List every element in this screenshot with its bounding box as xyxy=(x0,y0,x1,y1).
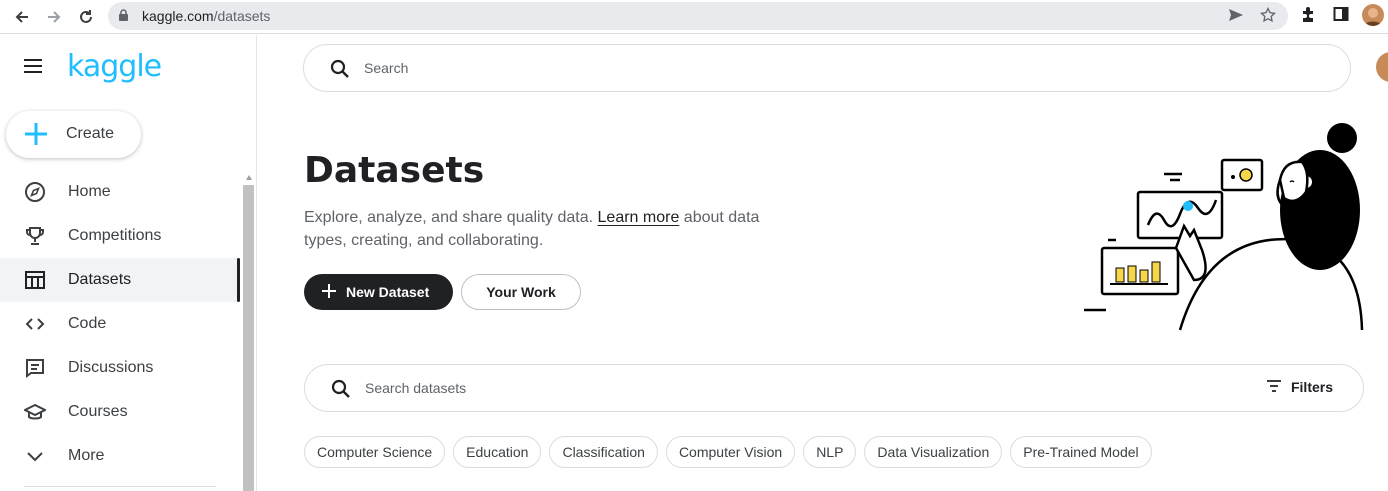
reload-icon[interactable] xyxy=(74,5,98,29)
filter-icon xyxy=(1266,379,1281,395)
table-icon xyxy=(24,269,46,291)
side-panel-icon[interactable] xyxy=(1333,6,1349,27)
kaggle-logo[interactable]: kaggle xyxy=(67,49,162,84)
sidebar: kaggle Create Home Competitions Datasets xyxy=(0,35,257,491)
chip-nlp[interactable]: NLP xyxy=(803,436,857,468)
menu-icon[interactable] xyxy=(24,59,46,77)
browser-toolbar: kaggle.com/datasets xyxy=(0,0,1388,34)
compass-icon xyxy=(24,181,46,203)
plus-icon xyxy=(24,122,48,151)
sidebar-item-label: Home xyxy=(68,183,111,200)
sidebar-item-label: Datasets xyxy=(68,271,132,288)
chip-computer-science[interactable]: Computer Science xyxy=(304,436,446,468)
sidebar-item-home[interactable]: Home xyxy=(0,170,240,214)
active-indicator xyxy=(237,258,240,302)
back-icon[interactable] xyxy=(10,5,34,29)
divider xyxy=(24,486,216,487)
sidebar-item-label: Discussions xyxy=(68,359,154,376)
dataset-search-placeholder: Search datasets xyxy=(365,380,467,396)
new-dataset-label: New Dataset xyxy=(346,284,430,300)
sidebar-item-datasets[interactable]: Datasets xyxy=(0,258,240,302)
sidebar-item-label: Competitions xyxy=(68,227,162,244)
dataset-search-input[interactable]: Search datasets Filters xyxy=(304,364,1364,412)
school-icon xyxy=(22,401,48,423)
your-work-button[interactable]: Your Work xyxy=(461,274,581,310)
learn-more-link[interactable]: Learn more xyxy=(598,209,680,226)
chip-data-visualization[interactable]: Data Visualization xyxy=(864,436,1003,468)
sidebar-item-label: Code xyxy=(68,315,107,332)
create-label: Create xyxy=(66,125,115,142)
sidebar-item-code[interactable]: Code xyxy=(0,302,240,346)
chip-education[interactable]: Education xyxy=(453,436,542,468)
sidebar-nav: Home Competitions Datasets Code Discussi… xyxy=(0,170,240,478)
sidebar-scrollbar[interactable] xyxy=(243,185,254,491)
sidebar-item-label: More xyxy=(68,447,105,464)
page-title: Datasets xyxy=(304,150,485,191)
plus-icon xyxy=(322,284,336,301)
sidebar-item-courses[interactable]: Courses xyxy=(0,390,240,434)
search-placeholder: Search xyxy=(364,60,409,76)
search-icon xyxy=(331,379,351,404)
datasets-illustration xyxy=(1080,120,1370,336)
sidebar-item-more[interactable]: More xyxy=(0,434,240,478)
browser-profile-avatar[interactable] xyxy=(1362,4,1384,26)
scroll-up-arrow[interactable] xyxy=(246,175,252,180)
filters-button[interactable]: Filters xyxy=(1266,379,1333,395)
bookmark-star-icon[interactable] xyxy=(1260,6,1276,28)
send-tab-icon[interactable] xyxy=(1228,8,1244,27)
page-description: Explore, analyze, and share quality data… xyxy=(304,209,760,249)
chevron-down-icon xyxy=(24,445,46,467)
new-dataset-button[interactable]: New Dataset xyxy=(304,274,453,310)
trophy-icon xyxy=(24,225,46,247)
forward-icon[interactable] xyxy=(42,5,66,29)
code-icon xyxy=(24,313,46,335)
sidebar-item-competitions[interactable]: Competitions xyxy=(0,214,240,258)
lock-icon xyxy=(118,9,129,27)
comment-icon xyxy=(24,357,46,379)
chip-computer-vision[interactable]: Computer Vision xyxy=(665,436,796,468)
sidebar-item-label: Courses xyxy=(68,403,128,420)
category-chips: Computer Science Education Classificatio… xyxy=(304,436,1160,468)
search-icon xyxy=(330,59,350,84)
chip-pre-trained-model[interactable]: Pre-Trained Model xyxy=(1010,436,1152,468)
create-button[interactable]: Create xyxy=(6,111,141,158)
chip-classification[interactable]: Classification xyxy=(549,436,658,468)
sidebar-item-discussions[interactable]: Discussions xyxy=(0,346,240,390)
address-bar[interactable]: kaggle.com/datasets xyxy=(108,2,1288,30)
site-search-input[interactable]: Search xyxy=(303,44,1351,92)
user-avatar[interactable] xyxy=(1376,52,1388,82)
url-text: kaggle.com/datasets xyxy=(142,8,271,24)
extensions-icon[interactable] xyxy=(1300,6,1316,29)
filters-label: Filters xyxy=(1290,379,1333,395)
